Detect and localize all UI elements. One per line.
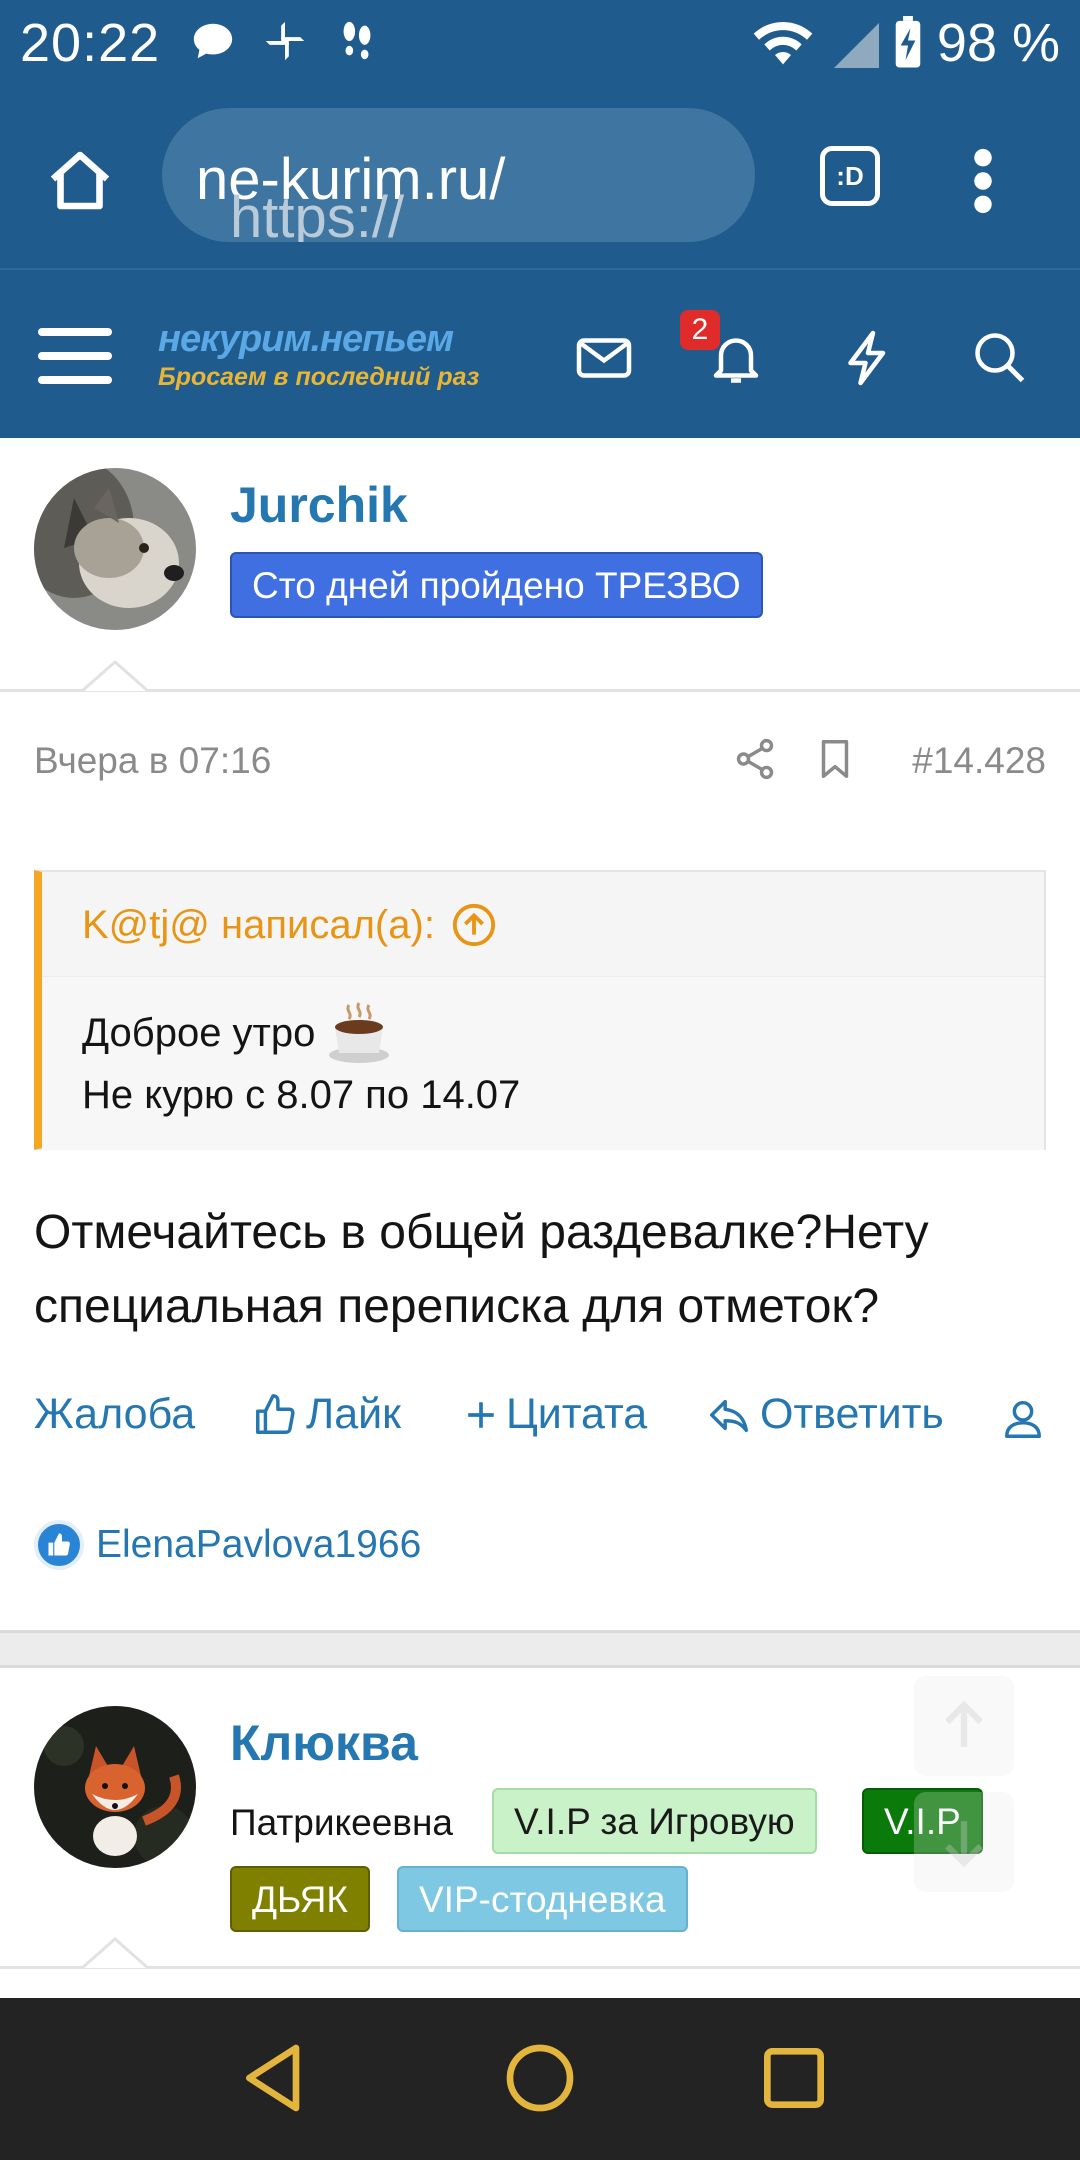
quote-line-1-text: Доброе утро <box>82 1010 316 1055</box>
user-icon[interactable] <box>1000 1396 1046 1442</box>
pinwheel-icon <box>265 21 305 61</box>
arrow-up-circle-icon[interactable] <box>451 902 497 948</box>
username-jurchik[interactable]: Jurchik <box>230 476 408 534</box>
wolf-avatar-image <box>34 468 196 630</box>
mail-icon[interactable] <box>574 328 634 388</box>
like-label: Лайк <box>306 1390 401 1438</box>
quote-line-1: Доброе утро <box>82 1001 395 1065</box>
url-scheme: https:// <box>230 185 405 242</box>
divider-arrow-2 <box>82 1937 148 1969</box>
site-logo[interactable]: некурим.непьем Бросаем в последний раз <box>158 318 479 392</box>
user-title: Патрикеевна <box>230 1802 453 1843</box>
browser-toolbar: https://ne-kurim.ru/ :D <box>0 88 1080 268</box>
post-message: Отмечайтесь в общей раздевалке?Нету спец… <box>34 1206 929 1333</box>
scroll-top-button[interactable] <box>914 1676 1014 1776</box>
logo-title: некурим.непьем <box>158 318 454 360</box>
home-icon[interactable] <box>44 146 116 218</box>
signal-icon <box>833 23 879 68</box>
site-header: некурим.непьем Бросаем в последний раз 2 <box>0 268 1080 438</box>
wifi-icon <box>753 21 813 65</box>
status-bar: 20:22 98 % <box>0 0 1080 88</box>
badge-vip-game: V.I.P за Игровую <box>492 1788 817 1854</box>
reaction-summary[interactable]: ElenaPavlova1966 <box>34 1520 421 1570</box>
username-klyukva[interactable]: Клюква <box>230 1714 418 1772</box>
thumbs-up-icon <box>256 1393 295 1434</box>
share-icon[interactable] <box>732 736 778 782</box>
reply-label: Ответить <box>760 1390 944 1438</box>
search-icon[interactable] <box>970 328 1030 388</box>
recents-icon[interactable] <box>754 2038 834 2118</box>
divider-arrow <box>82 660 148 692</box>
hamburger-menu-icon[interactable] <box>38 326 112 386</box>
arrow-down-icon <box>945 1821 983 1868</box>
avatar-jurchik[interactable] <box>34 468 196 630</box>
status-right: 98 % <box>751 12 1060 74</box>
quote-label: Цитата <box>506 1390 648 1438</box>
lightning-icon[interactable] <box>838 328 898 388</box>
like-reaction-icon <box>34 1520 84 1570</box>
badge-dyak: ДЬЯК <box>230 1866 370 1932</box>
quote-line-2: Не курю с 8.07 по 14.07 <box>82 1073 521 1117</box>
more-vert-icon[interactable] <box>968 146 998 216</box>
fox-avatar-image <box>34 1706 196 1868</box>
home-circle-icon[interactable] <box>500 2038 580 2118</box>
reply-button[interactable]: Ответить <box>706 1390 944 1439</box>
coffee-emoji-icon <box>329 1002 390 1063</box>
status-time: 20:22 <box>20 13 161 73</box>
report-label: Жалоба <box>34 1390 196 1438</box>
avatar-klyukva[interactable] <box>34 1706 196 1868</box>
like-button[interactable]: Лайк <box>252 1390 401 1439</box>
post-separator <box>0 1630 1080 1668</box>
reaction-user[interactable]: ElenaPavlova1966 <box>96 1523 421 1567</box>
quote-author[interactable]: K@tj@ написал(а): <box>82 903 435 948</box>
badge-vip-100days: VIP-стодневка <box>397 1866 688 1932</box>
footsteps-icon <box>343 21 371 60</box>
scroll-bottom-button[interactable] <box>914 1792 1014 1892</box>
post-divider <box>0 689 1080 692</box>
back-icon[interactable] <box>236 2038 316 2118</box>
quote-header[interactable]: K@tj@ написал(а): <box>82 902 497 948</box>
chat-icon <box>193 23 233 59</box>
battery-percent: 98 % <box>936 13 1060 73</box>
logo-slogan: Бросаем в последний раз <box>158 363 480 391</box>
quote-body: Доброе утро Не курю с 8.07 по 14.07 <box>42 976 1044 1150</box>
url-bar[interactable]: https://ne-kurim.ru/ <box>162 108 755 242</box>
bookmark-icon[interactable] <box>812 736 858 782</box>
tab-switcher-button[interactable]: :D <box>820 146 880 206</box>
quote-block: K@tj@ написал(а): Доброе утро Не курю с … <box>34 870 1046 1150</box>
plus-icon <box>468 1401 494 1428</box>
arrow-up-icon <box>945 1700 983 1747</box>
notification-badge: 2 <box>680 310 720 350</box>
post-number[interactable]: #14.428 <box>912 740 1046 782</box>
user-banner-badge: Сто дней пройдено ТРЕЗВО <box>230 552 763 618</box>
reply-icon <box>710 1399 748 1432</box>
quote-button[interactable]: Цитата <box>464 1390 647 1439</box>
post-date[interactable]: Вчера в 07:16 <box>34 740 271 782</box>
post-actions: Жалоба Лайк Цитата Ответить <box>34 1390 1046 1450</box>
android-nav-bar <box>0 1998 1080 2160</box>
notification-icons <box>190 18 380 64</box>
post-divider-2 <box>0 1966 1080 1969</box>
report-button[interactable]: Жалоба <box>34 1390 195 1439</box>
battery-icon <box>895 16 921 68</box>
